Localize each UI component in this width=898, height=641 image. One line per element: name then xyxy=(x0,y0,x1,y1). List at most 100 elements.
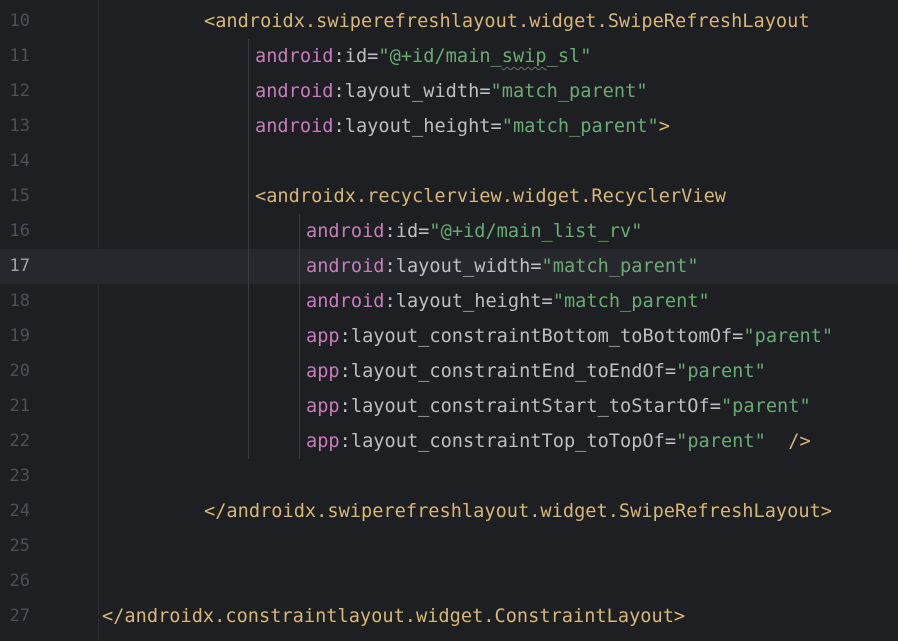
line-number: 22 xyxy=(9,431,30,451)
code-line[interactable]: 24 </androidx.swiperefreshlayout.widget.S… xyxy=(0,494,898,529)
code-token-str: "match_parent" xyxy=(501,116,659,137)
code-token-punc: = xyxy=(732,326,744,347)
code-token-attr: layout_width xyxy=(344,81,480,102)
code-token-str: "match_parent" xyxy=(541,256,699,277)
line-number: 18 xyxy=(9,291,30,311)
code-token-ns: app xyxy=(306,431,340,452)
line-number: 13 xyxy=(9,116,30,136)
code-line[interactable]: 13 android:layout_height="match_parent"> xyxy=(0,109,898,144)
code-text: android:id="@+id/main_swip_sl" xyxy=(255,39,591,74)
code-line[interactable]: 11 android:id="@+id/main_swip_sl" xyxy=(0,39,898,74)
code-token-tag: <androidx.swiperefreshlayout.widget.Swip… xyxy=(204,11,810,32)
line-number: 10 xyxy=(9,11,30,31)
code-token-str: "parent" xyxy=(676,431,766,452)
code-token-str: "match_parent" xyxy=(490,81,648,102)
code-token-punc: : xyxy=(339,431,351,452)
line-number: 23 xyxy=(9,466,30,486)
line-number: 26 xyxy=(9,571,30,591)
indent-guide xyxy=(299,214,300,459)
code-token-attr: layout_constraintBottom_toBottomOf xyxy=(350,326,733,347)
code-line[interactable]: 19 app:layout_constraintBottom_toBottomOf… xyxy=(0,319,898,354)
code-token-tag: > xyxy=(658,116,670,137)
code-text: </androidx.swiperefreshlayout.widget.Swi… xyxy=(204,494,832,529)
code-token-punc: = xyxy=(479,81,491,102)
code-text: android:layout_height="match_parent" xyxy=(306,284,710,319)
code-token-punc: : xyxy=(333,46,345,67)
code-line[interactable]: 12 android:layout_width="match_parent" xyxy=(0,74,898,109)
code-token-attr: layout_height xyxy=(344,116,491,137)
code-token-attr: layout_constraintEnd_toEndOf xyxy=(350,361,665,382)
code-token-punc: = xyxy=(664,431,677,452)
line-number: 15 xyxy=(9,186,30,206)
code-token-str: swip xyxy=(501,46,547,67)
code-editor[interactable]: 10 <androidx.swiperefreshlayout.widget.Sw… xyxy=(0,0,898,641)
line-number: 24 xyxy=(9,501,30,521)
code-token-attr: layout_constraintTop_toTopOf xyxy=(350,431,665,452)
code-token-punc: : xyxy=(384,291,396,312)
code-token-punc: = xyxy=(367,46,379,67)
code-token-ns: app xyxy=(306,326,340,347)
code-line[interactable]: 23 xyxy=(0,459,898,494)
code-token-str: "match_parent" xyxy=(552,291,710,312)
code-token-ns: android xyxy=(255,116,334,137)
code-line[interactable]: 20 app:layout_constraintEnd_toEndOf="pare… xyxy=(0,354,898,389)
code-token-str: "parent" xyxy=(743,326,834,347)
code-text: android:layout_height="match_parent"> xyxy=(255,109,670,144)
code-line[interactable]: 18 android:layout_height="match_parent" xyxy=(0,284,898,319)
code-line[interactable]: 22 app:layout_constraintTop_toTopOf="pare… xyxy=(0,424,898,459)
code-text: app:layout_constraintBottom_toBottomOf="… xyxy=(306,319,833,354)
code-token-attr: id xyxy=(395,221,419,242)
code-token-tag: <androidx.recyclerview.widget.RecyclerVi… xyxy=(255,186,727,207)
indent-guide xyxy=(248,39,249,459)
code-token-ns: app xyxy=(306,396,340,417)
code-token-str: "@+id/main_ xyxy=(378,46,502,67)
code-token-ns: android xyxy=(255,46,334,67)
code-line[interactable]: 10 <androidx.swiperefreshlayout.widget.Sw… xyxy=(0,4,898,39)
code-token-ns: android xyxy=(306,221,385,242)
code-token-str: "@+id/main_list_rv" xyxy=(429,221,643,242)
line-number: 20 xyxy=(9,361,30,381)
line-number: 19 xyxy=(9,326,30,346)
code-token-tag: </androidx.constraintlayout.widget.Const… xyxy=(102,606,686,627)
code-token-ns: app xyxy=(306,361,340,382)
code-token-str: "parent" xyxy=(720,396,811,417)
code-token-punc: = xyxy=(709,396,721,417)
code-token-punc: : xyxy=(333,81,345,102)
line-number: 14 xyxy=(9,151,30,171)
code-line[interactable]: 25 xyxy=(0,529,898,564)
code-token-str: _sl" xyxy=(546,46,592,67)
code-text: android:layout_width="match_parent" xyxy=(255,74,648,109)
code-token-tag: /> xyxy=(765,431,811,452)
code-token-attr: layout_height xyxy=(395,291,542,312)
code-token-punc: : xyxy=(339,396,351,417)
code-text: <androidx.swiperefreshlayout.widget.Swip… xyxy=(204,4,810,39)
code-token-attr: layout_width xyxy=(395,256,531,277)
code-token-punc: = xyxy=(530,256,542,277)
code-text: app:layout_constraintEnd_toEndOf="parent… xyxy=(306,354,766,389)
code-line[interactable]: 17 android:layout_width="match_parent" xyxy=(0,249,898,284)
code-text: app:layout_constraintTop_toTopOf="parent… xyxy=(306,424,811,459)
code-text: app:layout_constraintStart_toStartOf="pa… xyxy=(306,389,811,424)
code-token-ns: android xyxy=(306,256,385,277)
code-line[interactable]: 15 <androidx.recyclerview.widget.Recycler… xyxy=(0,179,898,214)
code-line[interactable]: 14 xyxy=(0,144,898,179)
code-line[interactable]: 26 xyxy=(0,564,898,599)
line-number: 25 xyxy=(9,536,30,556)
code-token-ns: android xyxy=(255,81,334,102)
code-line[interactable]: 16 android:id="@+id/main_list_rv" xyxy=(0,214,898,249)
code-token-punc: = xyxy=(541,291,553,312)
line-number: 12 xyxy=(9,81,30,101)
code-line[interactable]: 21 app:layout_constraintStart_toStartOf="… xyxy=(0,389,898,424)
code-token-ns: android xyxy=(306,291,385,312)
code-token-attr: id xyxy=(344,46,368,67)
line-number: 27 xyxy=(9,606,30,626)
code-text: <androidx.recyclerview.widget.RecyclerVi… xyxy=(255,179,726,214)
code-line[interactable]: 27 </androidx.constraintlayout.widget.Con… xyxy=(0,599,898,634)
code-text: android:id="@+id/main_list_rv" xyxy=(306,214,642,249)
line-number: 21 xyxy=(9,396,30,416)
code-token-punc: = xyxy=(490,116,502,137)
code-token-str: "parent" xyxy=(676,361,766,382)
code-token-punc: : xyxy=(384,221,396,242)
code-token-punc: : xyxy=(384,256,396,277)
code-token-punc: = xyxy=(418,221,430,242)
